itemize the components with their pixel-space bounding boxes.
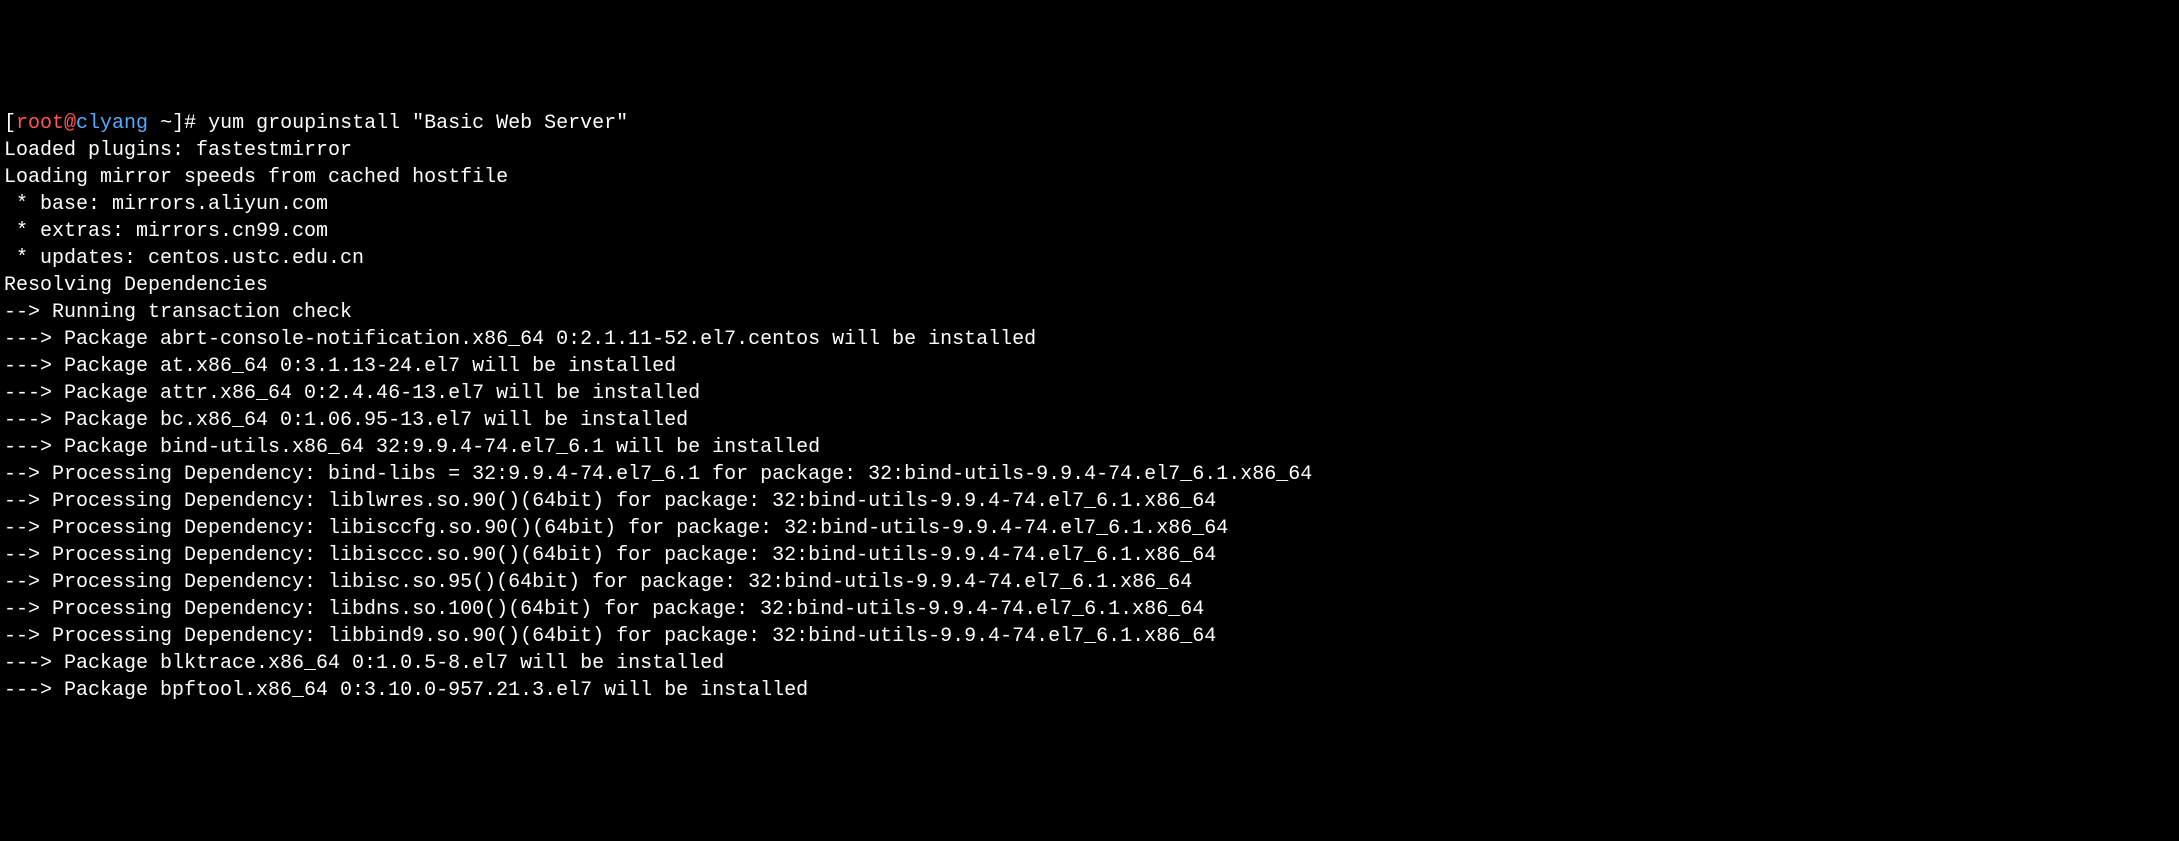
- output-line: ---> Package blktrace.x86_64 0:1.0.5-8.e…: [4, 650, 2175, 677]
- output-line: ---> Package attr.x86_64 0:2.4.46-13.el7…: [4, 380, 2175, 407]
- command-text: yum groupinstall "Basic Web Server": [208, 112, 628, 135]
- output-line: ---> Package at.x86_64 0:3.1.13-24.el7 w…: [4, 353, 2175, 380]
- output-line: * extras: mirrors.cn99.com: [4, 218, 2175, 245]
- output-line: --> Processing Dependency: bind-libs = 3…: [4, 461, 2175, 488]
- output-line: ---> Package bind-utils.x86_64 32:9.9.4-…: [4, 434, 2175, 461]
- output-line: Resolving Dependencies: [4, 272, 2175, 299]
- output-line: --> Processing Dependency: libisccfg.so.…: [4, 515, 2175, 542]
- output-line: --> Running transaction check: [4, 299, 2175, 326]
- output-line: --> Processing Dependency: libisc.so.95(…: [4, 569, 2175, 596]
- prompt-line: [root@clyang ~]# yum groupinstall "Basic…: [4, 110, 2175, 137]
- output-line: --> Processing Dependency: libbind9.so.9…: [4, 623, 2175, 650]
- prompt-user: root: [16, 112, 64, 135]
- output-line: ---> Package bc.x86_64 0:1.06.95-13.el7 …: [4, 407, 2175, 434]
- prompt-open-bracket: [: [4, 112, 16, 135]
- prompt-host: clyang: [76, 112, 148, 135]
- output-line: --> Processing Dependency: liblwres.so.9…: [4, 488, 2175, 515]
- output-line: --> Processing Dependency: libdns.so.100…: [4, 596, 2175, 623]
- output-line: Loaded plugins: fastestmirror: [4, 137, 2175, 164]
- prompt-close-bracket: ]#: [172, 112, 208, 135]
- output-line: Loading mirror speeds from cached hostfi…: [4, 164, 2175, 191]
- terminal-window[interactable]: [root@clyang ~]# yum groupinstall "Basic…: [4, 110, 2175, 704]
- output-line: * updates: centos.ustc.edu.cn: [4, 245, 2175, 272]
- output-line: --> Processing Dependency: libisccc.so.9…: [4, 542, 2175, 569]
- output-line: ---> Package abrt-console-notification.x…: [4, 326, 2175, 353]
- output-line: * base: mirrors.aliyun.com: [4, 191, 2175, 218]
- prompt-path: ~: [148, 112, 172, 135]
- output-line: ---> Package bpftool.x86_64 0:3.10.0-957…: [4, 677, 2175, 704]
- prompt-at: @: [64, 112, 76, 135]
